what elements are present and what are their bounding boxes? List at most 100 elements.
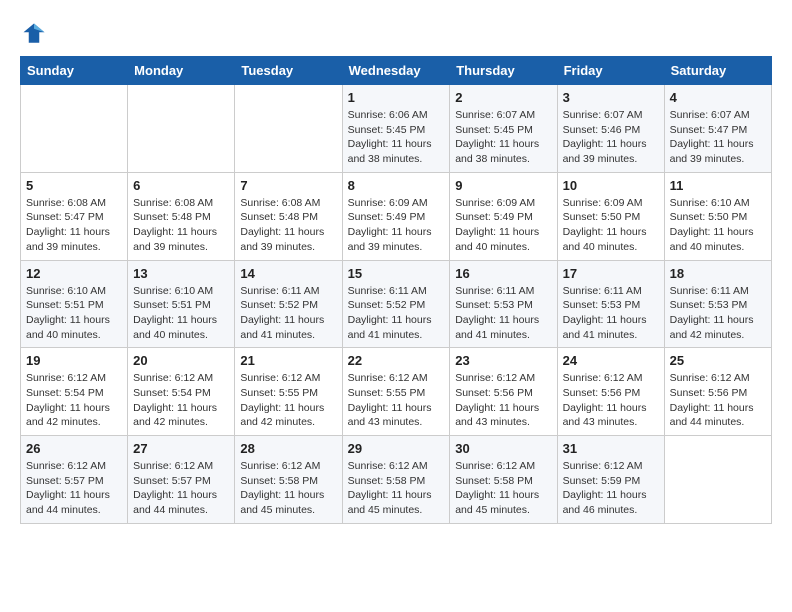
calendar-week-row: 5 Sunrise: 6:08 AM Sunset: 5:47 PM Daylig… [21, 172, 772, 260]
calendar-day-cell: 12 Sunrise: 6:10 AM Sunset: 5:51 PM Dayli… [21, 260, 128, 348]
calendar-day-cell [235, 85, 342, 173]
day-number: 29 [348, 441, 445, 456]
calendar-day-cell: 8Sunrise: 6:09 AM Sunset: 5:49 PM Daylig… [342, 172, 450, 260]
day-info: Sunrise: 6:07 AM Sunset: 5:47 PM Dayligh… [670, 108, 766, 167]
calendar-day-cell: 17 Sunrise: 6:11 AM Sunset: 5:53 PM Dayli… [557, 260, 664, 348]
day-number: 15 [348, 266, 445, 281]
weekday-header-tuesday: Tuesday [235, 57, 342, 85]
weekday-header-sunday: Sunday [21, 57, 128, 85]
day-number: 27 [133, 441, 229, 456]
calendar-day-cell: 14Sunrise: 6:11 AM Sunset: 5:52 PM Dayli… [235, 260, 342, 348]
day-number: 26 [26, 441, 122, 456]
day-number: 16 [455, 266, 551, 281]
calendar-day-cell: 24 Sunrise: 6:12 AM Sunset: 5:56 PM Dayli… [557, 348, 664, 436]
calendar-day-cell: 18 Sunrise: 6:11 AM Sunset: 5:53 PM Dayli… [664, 260, 771, 348]
day-number: 28 [240, 441, 336, 456]
day-number: 25 [670, 353, 766, 368]
calendar-day-cell: 19 Sunrise: 6:12 AM Sunset: 5:54 PM Dayli… [21, 348, 128, 436]
day-info: Sunrise: 6:10 AM Sunset: 5:51 PM Dayligh… [133, 284, 229, 343]
day-info: Sunrise: 6:11 AM Sunset: 5:53 PM Dayligh… [670, 284, 766, 343]
day-info: Sunrise: 6:11 AM Sunset: 5:52 PM Dayligh… [348, 284, 445, 343]
day-info: Sunrise: 6:12 AM Sunset: 5:58 PM Dayligh… [348, 459, 445, 518]
weekday-header-wednesday: Wednesday [342, 57, 450, 85]
calendar-day-cell: 2 Sunrise: 6:07 AM Sunset: 5:45 PM Daylig… [450, 85, 557, 173]
day-number: 18 [670, 266, 766, 281]
calendar-day-cell: 27Sunrise: 6:12 AM Sunset: 5:57 PM Dayli… [128, 436, 235, 524]
day-info: Sunrise: 6:12 AM Sunset: 5:58 PM Dayligh… [240, 459, 336, 518]
calendar-day-cell: 1 Sunrise: 6:06 AM Sunset: 5:45 PM Daylig… [342, 85, 450, 173]
calendar-day-cell: 9 Sunrise: 6:09 AM Sunset: 5:49 PM Daylig… [450, 172, 557, 260]
calendar-day-cell: 29 Sunrise: 6:12 AM Sunset: 5:58 PM Dayli… [342, 436, 450, 524]
day-number: 1 [348, 90, 445, 105]
calendar-day-cell: 3Sunrise: 6:07 AM Sunset: 5:46 PM Daylig… [557, 85, 664, 173]
day-info: Sunrise: 6:12 AM Sunset: 5:56 PM Dayligh… [563, 371, 659, 430]
day-info: Sunrise: 6:12 AM Sunset: 5:58 PM Dayligh… [455, 459, 551, 518]
weekday-header-row: SundayMondayTuesdayWednesdayThursdayFrid… [21, 57, 772, 85]
day-number: 3 [563, 90, 659, 105]
day-number: 21 [240, 353, 336, 368]
day-info: Sunrise: 6:09 AM Sunset: 5:50 PM Dayligh… [563, 196, 659, 255]
calendar-day-cell: 6 Sunrise: 6:08 AM Sunset: 5:48 PM Daylig… [128, 172, 235, 260]
day-number: 10 [563, 178, 659, 193]
calendar-day-cell: 10 Sunrise: 6:09 AM Sunset: 5:50 PM Dayli… [557, 172, 664, 260]
calendar-day-cell: 21Sunrise: 6:12 AM Sunset: 5:55 PM Dayli… [235, 348, 342, 436]
day-number: 2 [455, 90, 551, 105]
day-number: 20 [133, 353, 229, 368]
day-number: 30 [455, 441, 551, 456]
calendar-day-cell: 13Sunrise: 6:10 AM Sunset: 5:51 PM Dayli… [128, 260, 235, 348]
day-info: Sunrise: 6:09 AM Sunset: 5:49 PM Dayligh… [455, 196, 551, 255]
weekday-header-friday: Friday [557, 57, 664, 85]
calendar-week-row: 1 Sunrise: 6:06 AM Sunset: 5:45 PM Daylig… [21, 85, 772, 173]
day-info: Sunrise: 6:08 AM Sunset: 5:48 PM Dayligh… [133, 196, 229, 255]
day-number: 24 [563, 353, 659, 368]
weekday-header-thursday: Thursday [450, 57, 557, 85]
calendar-week-row: 12 Sunrise: 6:10 AM Sunset: 5:51 PM Dayli… [21, 260, 772, 348]
day-info: Sunrise: 6:11 AM Sunset: 5:52 PM Dayligh… [240, 284, 336, 343]
calendar-day-cell: 31Sunrise: 6:12 AM Sunset: 5:59 PM Dayli… [557, 436, 664, 524]
day-info: Sunrise: 6:12 AM Sunset: 5:59 PM Dayligh… [563, 459, 659, 518]
calendar-day-cell [21, 85, 128, 173]
calendar-week-row: 26Sunrise: 6:12 AM Sunset: 5:57 PM Dayli… [21, 436, 772, 524]
day-number: 19 [26, 353, 122, 368]
day-number: 12 [26, 266, 122, 281]
day-info: Sunrise: 6:09 AM Sunset: 5:49 PM Dayligh… [348, 196, 445, 255]
day-info: Sunrise: 6:12 AM Sunset: 5:54 PM Dayligh… [133, 371, 229, 430]
weekday-header-monday: Monday [128, 57, 235, 85]
calendar-day-cell: 20 Sunrise: 6:12 AM Sunset: 5:54 PM Dayli… [128, 348, 235, 436]
calendar-day-cell: 15 Sunrise: 6:11 AM Sunset: 5:52 PM Dayli… [342, 260, 450, 348]
day-number: 5 [26, 178, 122, 193]
day-number: 4 [670, 90, 766, 105]
day-info: Sunrise: 6:08 AM Sunset: 5:47 PM Dayligh… [26, 196, 122, 255]
page-header [20, 20, 772, 48]
weekday-header-saturday: Saturday [664, 57, 771, 85]
calendar-day-cell: 5 Sunrise: 6:08 AM Sunset: 5:47 PM Daylig… [21, 172, 128, 260]
day-number: 11 [670, 178, 766, 193]
day-info: Sunrise: 6:06 AM Sunset: 5:45 PM Dayligh… [348, 108, 445, 167]
calendar-table: SundayMondayTuesdayWednesdayThursdayFrid… [20, 56, 772, 524]
calendar-day-cell: 26Sunrise: 6:12 AM Sunset: 5:57 PM Dayli… [21, 436, 128, 524]
day-number: 17 [563, 266, 659, 281]
calendar-day-cell [128, 85, 235, 173]
calendar-day-cell: 28 Sunrise: 6:12 AM Sunset: 5:58 PM Dayli… [235, 436, 342, 524]
day-info: Sunrise: 6:12 AM Sunset: 5:55 PM Dayligh… [348, 371, 445, 430]
calendar-day-cell: 30 Sunrise: 6:12 AM Sunset: 5:58 PM Dayli… [450, 436, 557, 524]
day-info: Sunrise: 6:11 AM Sunset: 5:53 PM Dayligh… [455, 284, 551, 343]
day-info: Sunrise: 6:10 AM Sunset: 5:51 PM Dayligh… [26, 284, 122, 343]
calendar-day-cell: 22 Sunrise: 6:12 AM Sunset: 5:55 PM Dayli… [342, 348, 450, 436]
day-info: Sunrise: 6:12 AM Sunset: 5:54 PM Dayligh… [26, 371, 122, 430]
day-info: Sunrise: 6:11 AM Sunset: 5:53 PM Dayligh… [563, 284, 659, 343]
day-info: Sunrise: 6:08 AM Sunset: 5:48 PM Dayligh… [240, 196, 336, 255]
day-info: Sunrise: 6:07 AM Sunset: 5:45 PM Dayligh… [455, 108, 551, 167]
day-number: 9 [455, 178, 551, 193]
logo [20, 20, 52, 48]
calendar-day-cell: 16 Sunrise: 6:11 AM Sunset: 5:53 PM Dayli… [450, 260, 557, 348]
logo-icon [20, 20, 48, 48]
day-number: 22 [348, 353, 445, 368]
calendar-day-cell: 4 Sunrise: 6:07 AM Sunset: 5:47 PM Daylig… [664, 85, 771, 173]
day-number: 6 [133, 178, 229, 193]
day-number: 7 [240, 178, 336, 193]
calendar-day-cell: 7 Sunrise: 6:08 AM Sunset: 5:48 PM Daylig… [235, 172, 342, 260]
day-info: Sunrise: 6:12 AM Sunset: 5:56 PM Dayligh… [670, 371, 766, 430]
calendar-day-cell: 25 Sunrise: 6:12 AM Sunset: 5:56 PM Dayli… [664, 348, 771, 436]
calendar-week-row: 19 Sunrise: 6:12 AM Sunset: 5:54 PM Dayli… [21, 348, 772, 436]
